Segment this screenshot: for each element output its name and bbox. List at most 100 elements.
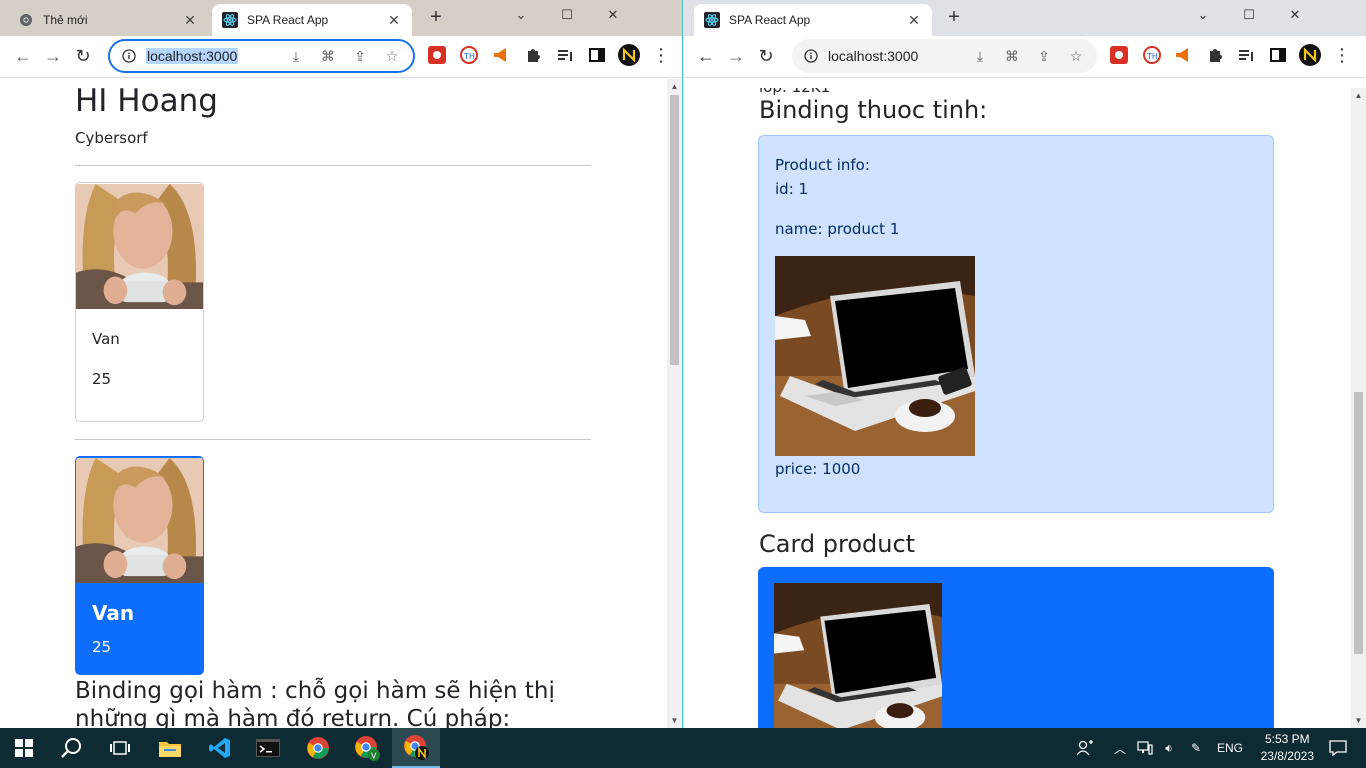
card-product-container <box>758 567 1274 728</box>
page-title: HI Hoang <box>75 83 218 119</box>
chrome-taskbar-icon[interactable] <box>294 728 342 768</box>
reload-icon[interactable]: ↻ <box>68 42 98 72</box>
extension-red-icon[interactable] <box>425 43 449 67</box>
tab-title: SPA React App <box>729 13 811 27</box>
tab-spa-react-app[interactable]: SPA React App ✕ <box>212 4 412 36</box>
search-icon[interactable] <box>48 728 96 768</box>
forward-arrow-icon[interactable]: → <box>721 42 751 72</box>
pen-workspace-icon[interactable]: ✎ <box>1184 728 1208 768</box>
close-tab-icon[interactable]: ✕ <box>906 12 922 28</box>
bookmark-star-icon[interactable]: ☆ <box>381 45 403 67</box>
desktop: Thẻ mới ✕ SPA React App ✕ + ⌄ ☐ ✕ ← → ↻ <box>0 0 1366 768</box>
product-info-alert: Product info: id: 1 name: product 1 pric… <box>758 135 1274 513</box>
address-bar[interactable]: localhost:3000 ⤓ ⌘ ⇪ ☆ <box>792 39 1097 73</box>
product-id: id: 1 <box>775 180 809 198</box>
terminal-icon[interactable] <box>244 728 292 768</box>
address-bar[interactable]: localhost:3000 ⤓ ⌘ ⇪ ☆ <box>108 39 415 73</box>
info-icon[interactable] <box>802 47 820 65</box>
kebab-menu-icon[interactable]: ⋮ <box>649 43 673 67</box>
profile-avatar[interactable] <box>617 43 641 67</box>
svg-text:V: V <box>371 752 377 761</box>
close-tab-icon[interactable]: ✕ <box>386 12 402 28</box>
tab-new-tab[interactable]: Thẻ mới ✕ <box>8 4 208 36</box>
new-tab-button[interactable]: + <box>422 6 450 30</box>
reload-icon[interactable]: ↻ <box>751 42 781 72</box>
svg-text:TH: TH <box>463 52 475 61</box>
translate-icon[interactable]: ⌘ <box>317 45 339 67</box>
notification-center-icon[interactable] <box>1318 728 1358 768</box>
puzzle-extensions-icon[interactable] <box>1203 43 1227 67</box>
right-toolbar: ← → ↻ localhost:3000 ⤓ ⌘ ⇪ ☆ TH ⋮ <box>684 36 1366 78</box>
vscode-icon[interactable] <box>196 728 244 768</box>
class-label: lop: 12K1 <box>759 88 830 96</box>
side-panel-icon[interactable] <box>585 43 609 67</box>
right-browser-window: SPA React App ✕ + ⌄ ☐ ✕ ← → ↻ localhost:… <box>684 0 1366 728</box>
windows-start-icon[interactable] <box>0 728 48 768</box>
playlist-icon[interactable] <box>553 43 577 67</box>
card-age: 25 <box>92 638 112 656</box>
chrome-profile-v-icon[interactable]: V <box>343 728 391 768</box>
laptop-photo <box>775 256 975 456</box>
left-page-viewport: HI Hoang Cybersorf Van 25 Van 25 Binding… <box>0 79 682 728</box>
svg-text:TH: TH <box>1146 52 1158 61</box>
tab-spa-react-app[interactable]: SPA React App ✕ <box>694 4 932 36</box>
product-price: price: 1000 <box>775 460 861 478</box>
windows-taskbar: V ︿ 🔉︎ ✎ ENG 5:53 PM 23/8/2023 <box>0 728 1366 768</box>
scroll-down-arrow-icon[interactable]: ▼ <box>1351 713 1366 728</box>
megaphone-icon[interactable] <box>1171 43 1195 67</box>
back-arrow-icon[interactable]: ← <box>691 42 721 72</box>
profile-avatar[interactable] <box>1298 43 1322 67</box>
extension-th-icon[interactable]: TH <box>457 43 481 67</box>
kebab-menu-icon[interactable]: ⋮ <box>1330 43 1354 67</box>
chevron-down-icon[interactable]: ⌄ <box>498 0 544 30</box>
file-explorer-icon[interactable] <box>146 728 194 768</box>
scrollbar-thumb[interactable] <box>670 95 679 365</box>
woman-coffee-photo <box>76 457 203 584</box>
url-text: localhost:3000 <box>828 48 919 64</box>
volume-icon[interactable]: 🔉︎ <box>1158 728 1180 768</box>
scroll-up-arrow-icon[interactable]: ▲ <box>667 79 682 94</box>
binding-function-heading: Binding gọi hàm : chỗ gọi hàm sẽ hiện th… <box>75 678 555 728</box>
back-arrow-icon[interactable]: ← <box>8 42 38 72</box>
close-window-icon[interactable]: ✕ <box>590 0 636 30</box>
bookmark-star-icon[interactable]: ☆ <box>1065 45 1087 67</box>
clock[interactable]: 5:53 PM 23/8/2023 <box>1261 731 1314 765</box>
forward-arrow-icon[interactable]: → <box>38 42 68 72</box>
maximize-icon[interactable]: ☐ <box>1226 0 1272 30</box>
extension-th-icon[interactable]: TH <box>1140 43 1164 67</box>
playlist-icon[interactable] <box>1234 43 1258 67</box>
maximize-icon[interactable]: ☐ <box>544 0 590 30</box>
person-card-primary: Van 25 <box>75 456 204 675</box>
install-app-icon[interactable]: ⤓ <box>285 45 307 67</box>
chrome-profile-n-icon[interactable] <box>392 728 440 768</box>
share-icon[interactable]: ⇪ <box>1033 45 1055 67</box>
megaphone-icon[interactable] <box>489 43 513 67</box>
product-name: name: product 1 <box>775 220 900 238</box>
close-window-icon[interactable]: ✕ <box>1272 0 1318 30</box>
share-icon[interactable]: ⇪ <box>349 45 371 67</box>
url-text: localhost:3000 <box>146 48 239 64</box>
install-app-icon[interactable]: ⤓ <box>969 45 991 67</box>
info-icon[interactable] <box>120 47 138 65</box>
task-view-icon[interactable] <box>96 728 144 768</box>
chrome-icon <box>18 12 34 28</box>
extension-red-icon[interactable] <box>1107 43 1131 67</box>
left-tabstrip: Thẻ mới ✕ SPA React App ✕ + ⌄ ☐ ✕ <box>0 0 682 36</box>
scroll-up-arrow-icon[interactable]: ▲ <box>1351 88 1366 103</box>
side-panel-icon[interactable] <box>1266 43 1290 67</box>
scrollbar-thumb[interactable] <box>1354 392 1363 654</box>
left-scrollbar[interactable]: ▲ ▼ <box>667 79 682 728</box>
puzzle-extensions-icon[interactable] <box>521 43 545 67</box>
people-icon[interactable] <box>1072 728 1100 768</box>
chevron-up-icon[interactable]: ︿ <box>1110 728 1130 768</box>
clock-date: 23/8/2023 <box>1260 749 1314 763</box>
close-tab-icon[interactable]: ✕ <box>182 12 198 28</box>
right-scrollbar[interactable]: ▲ ▼ <box>1351 88 1366 728</box>
network-icon[interactable] <box>1134 728 1156 768</box>
clock-time: 5:53 PM <box>1264 732 1310 746</box>
translate-icon[interactable]: ⌘ <box>1001 45 1023 67</box>
scroll-down-arrow-icon[interactable]: ▼ <box>667 713 682 728</box>
chevron-down-icon[interactable]: ⌄ <box>1180 0 1226 30</box>
language-indicator[interactable]: ENG <box>1212 728 1248 768</box>
new-tab-button[interactable]: + <box>940 6 968 30</box>
